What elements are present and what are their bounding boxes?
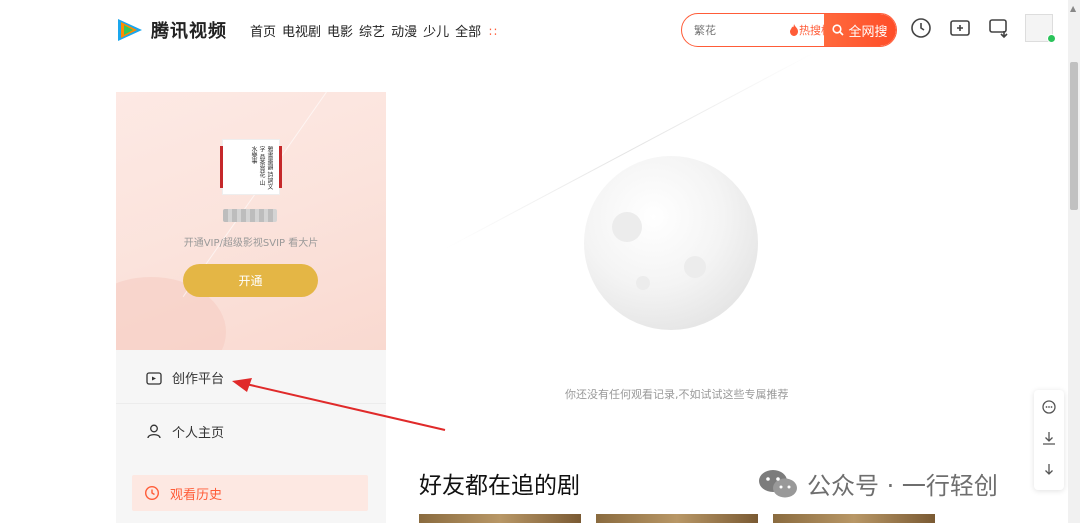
empty-state-moon-illustration — [584, 156, 758, 330]
flame-icon — [790, 24, 798, 36]
upload-video-icon[interactable] — [949, 17, 971, 39]
search-button-label: 全网搜 — [848, 24, 888, 40]
video-thumbnail[interactable] — [596, 514, 758, 523]
wechat-watermark: 公众号 · 一行轻创 — [757, 466, 998, 501]
search-icon — [832, 24, 845, 36]
moon-crater — [684, 256, 706, 278]
logo-text: 腾讯视频 — [151, 21, 227, 42]
username-blurred — [223, 209, 277, 222]
scroll-up-arrow-icon[interactable]: ▲ — [1070, 4, 1076, 13]
sidebar-item-personal-home[interactable]: 个人主页 — [116, 405, 386, 457]
sidebar-item-label: 创作平台 — [172, 372, 225, 387]
avatar-frame-left — [220, 146, 223, 188]
video-create-icon — [146, 371, 162, 385]
online-status-icon — [1047, 34, 1056, 43]
wechat-icon — [759, 469, 797, 497]
nav-item-movie[interactable]: 电影 — [327, 21, 353, 40]
search-button[interactable]: 全网搜 — [824, 14, 896, 46]
nav-item-variety[interactable]: 综艺 — [359, 21, 385, 40]
moon-crater — [636, 276, 650, 290]
sidebar-item-label: 个人主页 — [172, 425, 225, 441]
screen-download-icon[interactable] — [988, 17, 1010, 39]
download-icon[interactable] — [1041, 430, 1057, 446]
profile-card: 雅書墨韻 詩詞文字 品茶賞花 山水樂事 开通VIP/超级影视SVIP 看大片 开… — [116, 92, 386, 350]
clock-icon — [144, 485, 160, 501]
top-header: 腾讯视频 首页 电视剧 电影 综艺 动漫 少儿 全部 ∷ 热搜榜 全网搜 — [0, 0, 1068, 60]
profile-avatar[interactable]: 雅書墨韻 詩詞文字 品茶賞花 山水樂事 — [220, 139, 282, 195]
nav-item-all[interactable]: 全部 ∷ — [455, 21, 503, 40]
logo[interactable]: 腾讯视频 — [115, 16, 227, 44]
avatar[interactable] — [1025, 14, 1056, 43]
history-icon[interactable] — [910, 17, 932, 39]
scrollbar[interactable]: ▲ — [1068, 0, 1080, 523]
sidebar-item-label: 观看历史 — [170, 487, 223, 503]
section-title-friends-watching: 好友都在追的剧 — [419, 473, 580, 499]
user-icon — [147, 424, 161, 439]
search-box: 热搜榜 全网搜 — [681, 13, 897, 47]
sidebar-item-watch-history[interactable]: 观看历史 — [132, 475, 368, 511]
feedback-icon[interactable] — [1041, 400, 1057, 416]
moon-crater — [612, 212, 642, 242]
video-thumbnail[interactable] — [773, 514, 935, 523]
avatar-frame-right — [279, 146, 282, 188]
user-sidebar: 雅書墨韻 詩詞文字 品茶賞花 山水樂事 开通VIP/超级影视SVIP 看大片 开… — [116, 92, 386, 523]
main-nav: 首页 电视剧 电影 综艺 动漫 少儿 全部 ∷ — [250, 21, 509, 40]
scrollbar-thumb[interactable] — [1070, 62, 1078, 210]
nav-item-anime[interactable]: 动漫 — [391, 21, 417, 40]
nav-item-all-label: 全部 — [455, 25, 482, 40]
watermark-text: 公众号 · 一行轻创 — [807, 472, 998, 500]
empty-history-message: 你还没有任何观看记录,不如试试这些专属推荐 — [565, 388, 789, 401]
sidebar-item-create-platform[interactable]: 创作平台 — [116, 352, 386, 404]
nav-item-home[interactable]: 首页 — [250, 21, 276, 40]
search-input[interactable] — [694, 14, 786, 46]
vip-promo-text: 开通VIP/超级影视SVIP 看大片 — [183, 238, 319, 249]
floating-toolbar — [1034, 390, 1064, 490]
calligraphy-avatar-image: 雅書墨韻 詩詞文字 品茶賞花 山水樂事 — [250, 146, 273, 190]
open-vip-button[interactable]: 开通 — [183, 264, 318, 297]
tencent-video-logo-icon — [118, 19, 142, 41]
video-thumbnail[interactable] — [419, 514, 581, 523]
nav-item-tv[interactable]: 电视剧 — [282, 21, 321, 40]
nav-item-kids[interactable]: 少儿 — [423, 21, 449, 40]
arrow-down-icon[interactable] — [1041, 462, 1057, 478]
grid-dots-icon: ∷ — [489, 25, 497, 39]
